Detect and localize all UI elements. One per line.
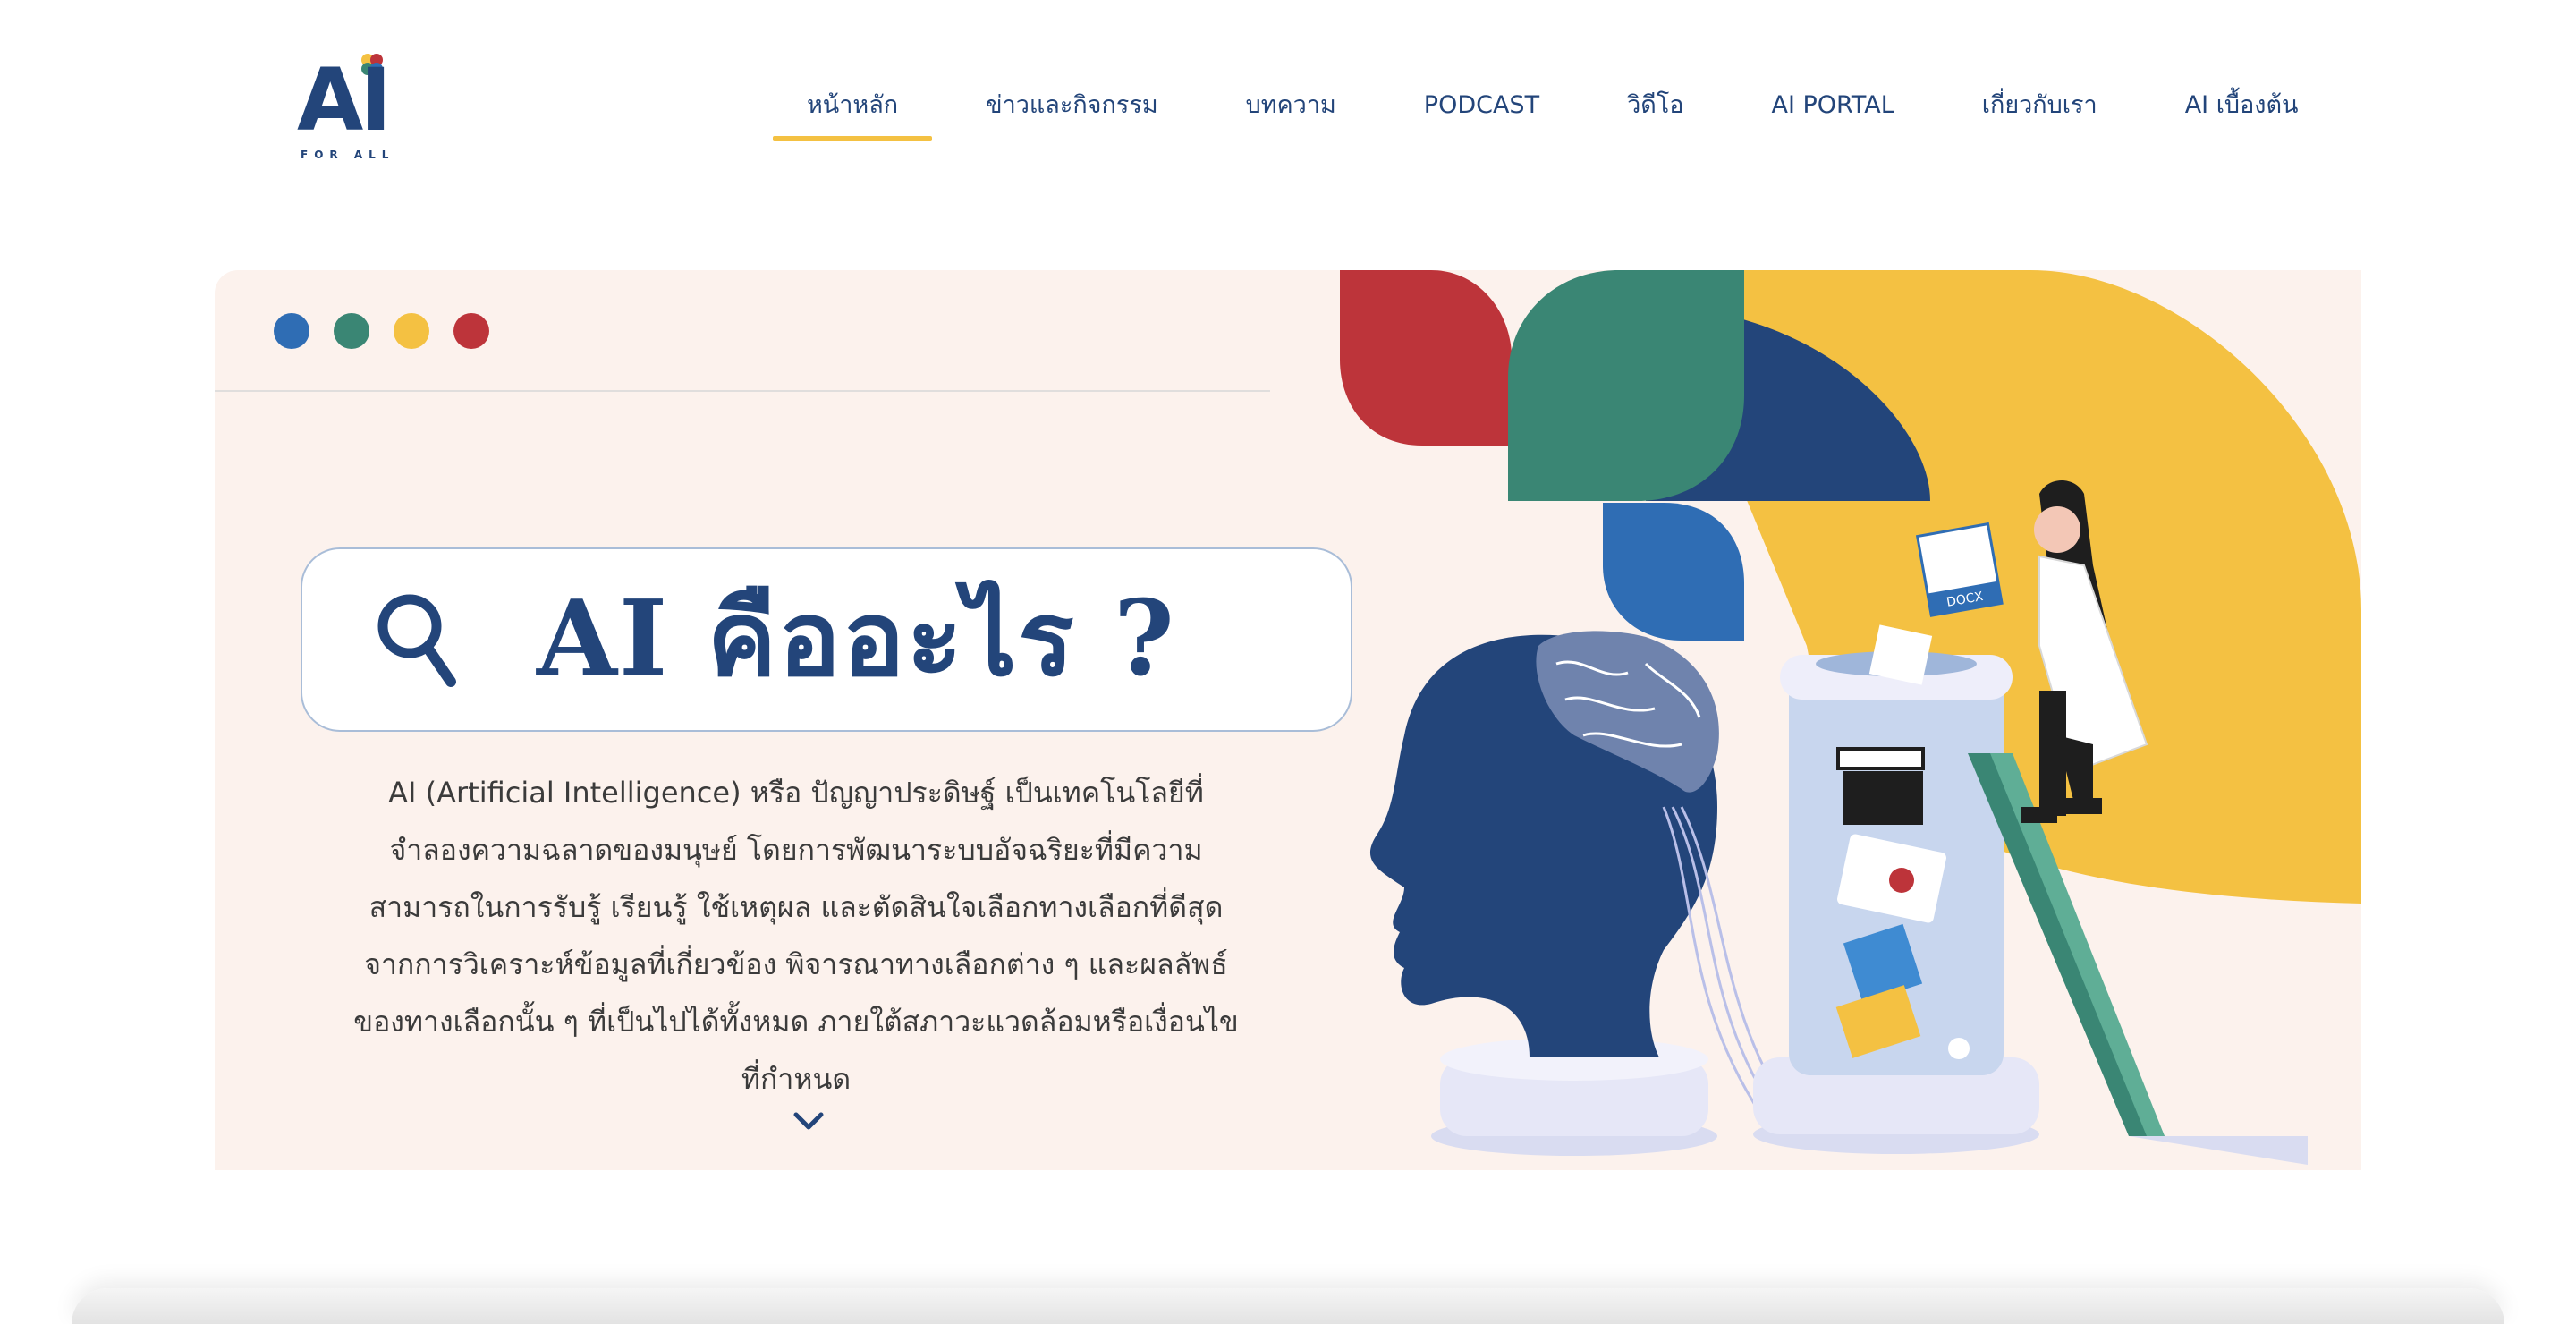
nav-podcast[interactable]: PODCAST [1390,79,1573,132]
nav-video[interactable]: วิดีโอ [1593,79,1717,132]
dot-red [453,313,489,349]
search-icon [377,594,456,687]
chevron-down-icon[interactable] [792,1111,825,1133]
nav-articles[interactable]: บทความ [1212,79,1370,132]
nav-ai-portal[interactable]: AI PORTAL [1737,79,1928,132]
main-nav: หน้าหลัก ข่าวและกิจกรรม บทความ PODCAST ว… [773,79,2351,143]
logo-subtext: FOR ALL [301,149,395,161]
dot-green [334,313,369,349]
logo-text: AI [297,50,392,150]
nav-ai-basics[interactable]: AI เบื้องต้น [2151,79,2333,132]
window-dots [274,313,513,349]
hero-title: AI คืออะไร ? [537,578,1176,700]
hero-section: DOCX AI คืออะไร ? AI (Artificial Intelli… [215,270,2361,1170]
nav-home[interactable]: หน้าหลัก [773,79,933,141]
dot-yellow [394,313,429,349]
nav-about[interactable]: เกี่ยวกับเรา [1948,79,2131,132]
next-section-edge [72,1288,2504,1324]
document-icon: DOCX [1915,522,2004,617]
site-logo[interactable]: AI FOR ALL [297,50,397,165]
clapperboard-icon [1836,747,1925,825]
hero-search-box: AI คืออะไร ? [301,547,1352,732]
nav-news-events[interactable]: ข่าวและกิจกรรม [952,79,1192,132]
divider [215,390,1270,392]
dot-blue [274,313,309,349]
hero-description: AI (Artificial Intelligence) หรือ ปัญญาป… [353,776,1239,1096]
